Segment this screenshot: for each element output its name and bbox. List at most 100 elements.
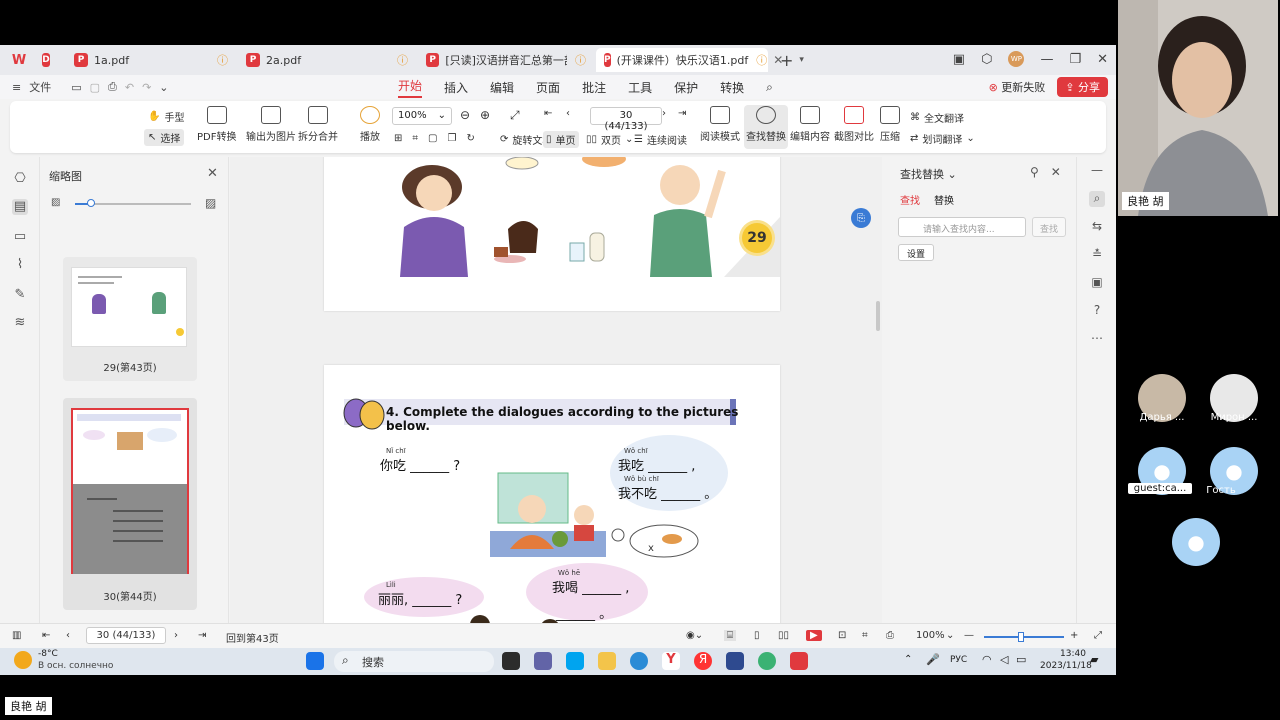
back-to-page-link[interactable]: 回到第43页: [226, 630, 279, 645]
wps-logo-icon[interactable]: W: [6, 49, 32, 71]
word-translate-button[interactable]: ⇄ 划词翻译 ⌄: [910, 131, 975, 146]
crop-icon[interactable]: ⌗: [412, 133, 418, 144]
thumbnail-icon[interactable]: ▤: [12, 199, 28, 215]
find-input[interactable]: 请输入查找内容...: [898, 217, 1026, 237]
chevron-down-icon[interactable]: ⌄: [159, 81, 168, 94]
participant-avatar[interactable]: ●: [1172, 518, 1220, 566]
wechat-icon[interactable]: [758, 652, 776, 670]
prev-page-icon[interactable]: ‹: [566, 108, 570, 119]
account-avatar[interactable]: WP: [1008, 51, 1025, 67]
translate-icon[interactable]: ⇆: [1089, 219, 1105, 235]
zoom-select[interactable]: 100% ⌄: [392, 107, 452, 125]
zoom-out-icon[interactable]: ⊖: [460, 108, 470, 122]
save-icon[interactable]: ▢: [90, 81, 100, 94]
edit-content-button[interactable]: 编辑内容: [790, 106, 830, 143]
search-icon[interactable]: ⌕: [766, 80, 773, 95]
minimize-panel-icon[interactable]: —: [1089, 163, 1105, 179]
wps-icon[interactable]: [790, 652, 808, 670]
rotate-icon[interactable]: ↻: [466, 133, 474, 144]
find-replace-button[interactable]: 查找替换: [746, 106, 786, 143]
wifi-icon[interactable]: ◠: [982, 653, 992, 666]
file-menu[interactable]: 文件: [29, 79, 51, 95]
next-page-icon[interactable]: ›: [662, 108, 666, 119]
tab-kuaile-hanyu[interactable]: P (开课课件）快乐汉语1.pdf ⓘ ✕: [596, 48, 783, 72]
compress-button[interactable]: 压缩: [880, 106, 900, 143]
task-view-icon[interactable]: [502, 652, 520, 670]
fit-page-icon[interactable]: ⌗: [862, 630, 868, 641]
tab-pinyin-summary[interactable]: P [只读]汉语拼音汇总第一部分1024 ⓘ: [418, 48, 594, 72]
tab-tools[interactable]: 工具: [628, 79, 652, 96]
tab-replace[interactable]: 替换: [934, 192, 954, 207]
weather-icon[interactable]: [14, 651, 32, 669]
start-icon[interactable]: [306, 652, 324, 670]
screenshot-compare-button[interactable]: 截图对比: [834, 106, 874, 143]
battery-icon[interactable]: ▭: [1016, 653, 1026, 666]
attachment-icon[interactable]: ⌇: [12, 257, 28, 273]
folder-icon[interactable]: ▭: [71, 81, 81, 94]
prev-page-icon[interactable]: ‹: [66, 630, 70, 641]
bookmark-icon[interactable]: ⎔: [12, 171, 28, 187]
tab-convert[interactable]: 转换: [720, 79, 744, 96]
language-indicator[interactable]: РУС: [950, 655, 967, 665]
continuous-button[interactable]: ☰ 连续阅读: [634, 132, 687, 147]
comment-icon[interactable]: ▭: [12, 229, 28, 245]
tab-start[interactable]: 开始: [398, 77, 423, 98]
select-tool[interactable]: ↖ 选择: [144, 129, 185, 146]
settings-button[interactable]: 设置: [898, 244, 934, 261]
reader-icon[interactable]: ▣: [1089, 275, 1105, 291]
redo-icon[interactable]: ↷: [142, 81, 151, 94]
yandex-browser-icon[interactable]: Y: [662, 652, 680, 670]
last-page-icon[interactable]: ⇥: [198, 630, 206, 641]
search-icon[interactable]: ⌕: [1089, 191, 1105, 207]
zoom-minus-icon[interactable]: —: [964, 630, 974, 641]
volume-icon[interactable]: ◁: [1000, 653, 1008, 666]
document-scrollbar[interactable]: [874, 157, 882, 623]
tab-find[interactable]: 查找: [900, 192, 920, 207]
full-translate-button[interactable]: ⌘ 全文翻译: [910, 110, 964, 125]
skype-icon[interactable]: [566, 652, 584, 670]
eye-icon[interactable]: ◉⌄: [686, 630, 703, 641]
pdf-convert-button[interactable]: PDF转换: [197, 106, 236, 143]
zoom-slider-handle[interactable]: [1018, 632, 1024, 642]
tab-2a-pdf[interactable]: P 2a.pdf ⓘ: [238, 48, 416, 72]
edge-icon[interactable]: [630, 652, 648, 670]
first-page-icon[interactable]: ⇤: [42, 630, 50, 641]
play-icon[interactable]: ▶: [806, 630, 822, 641]
thumbnail-size-slider[interactable]: ▨ ▨: [49, 196, 219, 211]
export-image-button[interactable]: 输出为图片: [246, 106, 296, 143]
screenshot-icon[interactable]: ⎙: [886, 630, 894, 641]
reading-mode-button[interactable]: 阅读模式: [700, 106, 740, 143]
explorer-icon[interactable]: [598, 652, 616, 670]
fit-width-icon[interactable]: ⊡: [838, 630, 846, 641]
tab-insert[interactable]: 插入: [444, 79, 468, 96]
last-page-icon[interactable]: ⇥: [678, 108, 686, 119]
find-panel-title[interactable]: 查找替换 ⌄: [900, 166, 957, 182]
document-viewport[interactable]: 29 4. Complete the dialogues according t…: [230, 157, 878, 623]
zoom-plus-icon[interactable]: +: [1070, 630, 1078, 641]
more-icon[interactable]: ⋯: [1089, 331, 1105, 347]
double-page-button[interactable]: ▯▯ 双页 ⌄: [586, 132, 633, 147]
thumbnail-page-30[interactable]: 30(第44页): [63, 398, 197, 610]
zoom-slider[interactable]: [984, 636, 1064, 638]
first-page-icon[interactable]: ⇤: [544, 108, 552, 119]
continuous-view-icon[interactable]: ⌸: [724, 630, 736, 641]
notification-icon[interactable]: ▰: [1090, 653, 1098, 666]
play-button[interactable]: 播放: [360, 106, 380, 143]
close-tab-icon[interactable]: ✕: [773, 53, 783, 67]
ai-assist-icon[interactable]: ⎘: [851, 208, 871, 228]
status-page-input[interactable]: 30 (44/133): [86, 627, 166, 644]
single-view-icon[interactable]: ▯: [754, 630, 760, 641]
undo-icon[interactable]: ↶: [125, 81, 134, 94]
layers-icon[interactable]: ≋: [12, 315, 28, 331]
panel-toggle-icon[interactable]: ▥: [12, 630, 21, 641]
tab-1a-pdf[interactable]: P 1a.pdf ⓘ: [66, 48, 236, 72]
layout-icon[interactable]: ▣: [953, 52, 965, 67]
pin-icon[interactable]: ⚲: [1030, 165, 1039, 179]
page-number-input[interactable]: 30 (44/133): [590, 107, 662, 132]
frame-icon[interactable]: ▢: [428, 133, 437, 144]
tab-page[interactable]: 页面: [536, 79, 560, 96]
next-page-icon[interactable]: ›: [174, 630, 178, 641]
help-icon[interactable]: ?: [1089, 303, 1105, 319]
store-icon[interactable]: [726, 652, 744, 670]
chevron-up-icon[interactable]: ⌃: [904, 654, 912, 665]
